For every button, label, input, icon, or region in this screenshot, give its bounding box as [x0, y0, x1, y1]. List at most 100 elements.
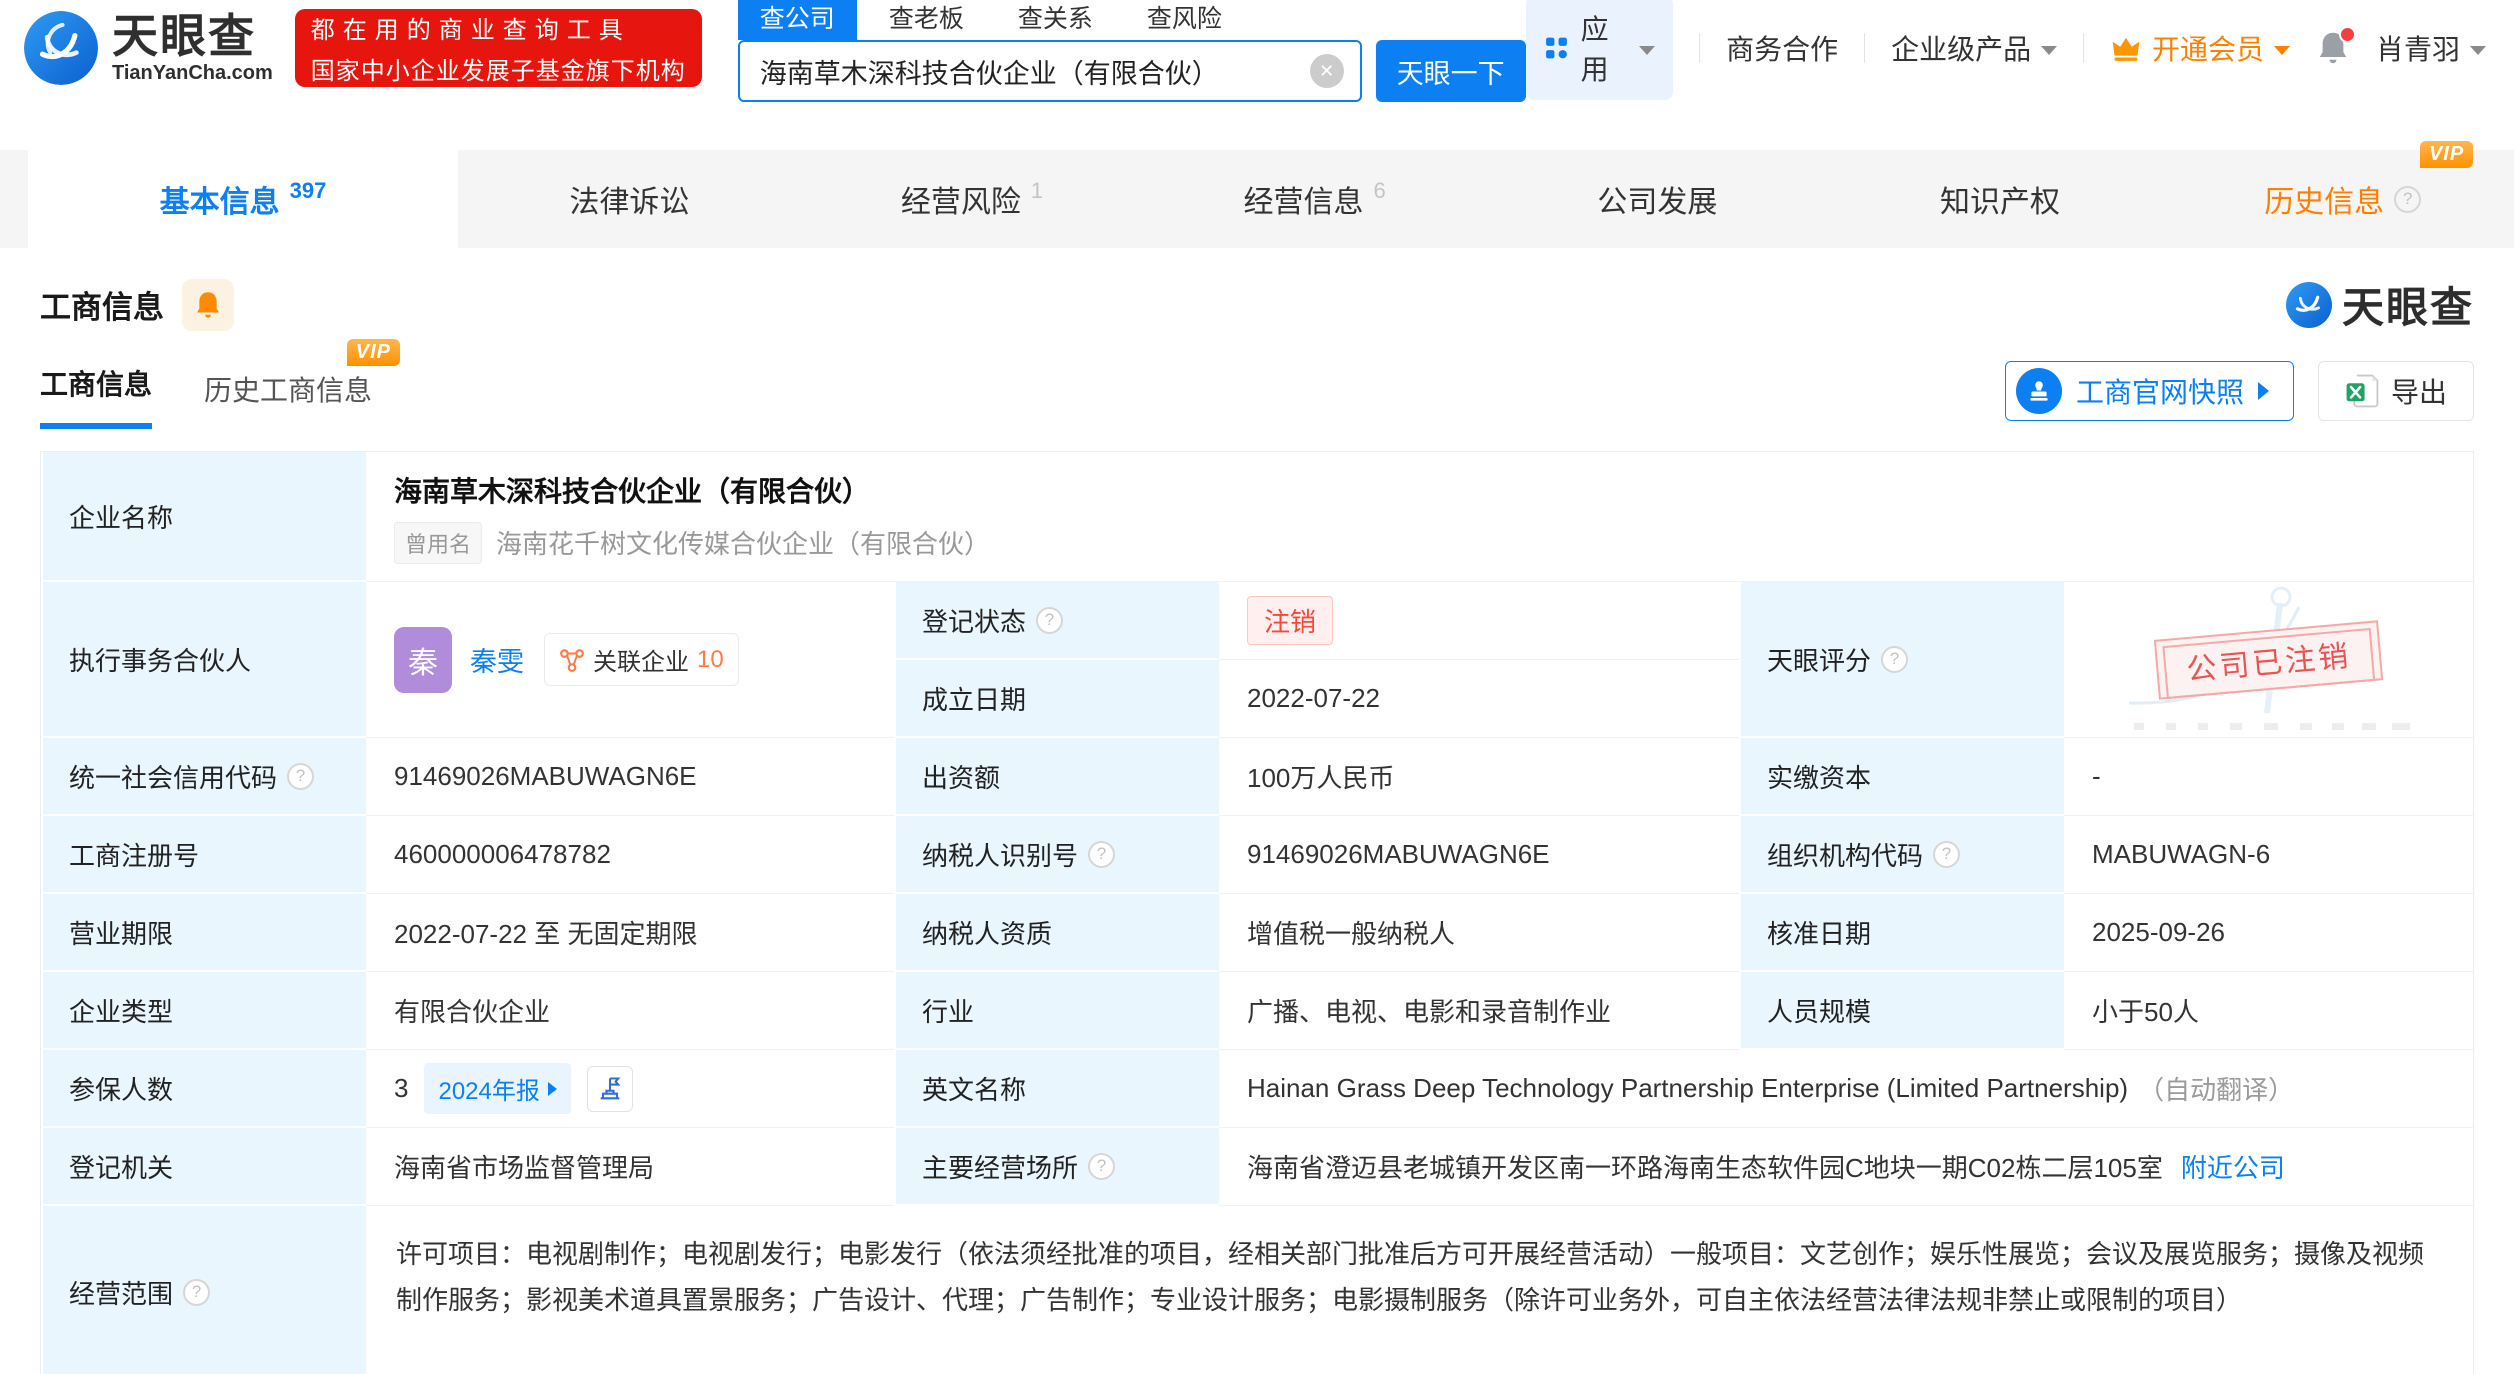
chevron-down-icon	[1639, 45, 1656, 55]
search-tab-boss[interactable]: 查老板	[867, 0, 986, 40]
clear-search-icon[interactable]	[1309, 54, 1344, 88]
tab-intellectual-property[interactable]: 知识产权	[1829, 150, 2172, 248]
official-snapshot-button[interactable]: 工商官网快照	[2004, 361, 2294, 421]
field-label: 登记机关	[41, 1128, 366, 1206]
credit-code-label: 统一社会信用代码	[69, 762, 278, 793]
subtab-label: 历史工商信息	[204, 375, 373, 406]
subscribe-bell-button[interactable]	[182, 278, 234, 331]
help-icon[interactable]	[1881, 645, 1909, 673]
tab-operating-risk[interactable]: 经营风险 1	[801, 150, 1144, 248]
tab-history-info[interactable]: 历史信息 VIP	[2171, 141, 2514, 248]
tab-basic-info[interactable]: 基本信息 397	[28, 150, 458, 248]
chevron-down-icon	[2470, 45, 2487, 55]
table-row: 营业期限 2022-07-22 至 无固定期限 纳税人资质 增值税一般纳税人 核…	[41, 894, 2473, 972]
related-count: 10	[697, 645, 724, 673]
field-label: 核准日期	[1739, 894, 2064, 972]
table-row-partner-status: 执行事务合伙人 秦 秦雯 关联企业 10 登记状态 ? 注销 成立日期 2022…	[41, 582, 2473, 738]
user-menu[interactable]: 肖青羽	[2376, 28, 2487, 68]
help-icon[interactable]	[287, 762, 315, 790]
help-icon[interactable]	[183, 1278, 211, 1306]
page: 天眼查 TianYanCha.com 都在用的商业查询工具 国家中小企业发展子基…	[0, 0, 2514, 1374]
taxpayer-id-cell: 91469026MABUWAGN6E	[1219, 816, 1739, 894]
search-tab-company[interactable]: 查公司	[737, 0, 857, 40]
help-icon[interactable]	[1036, 606, 1064, 634]
related-label: 关联企业	[593, 649, 689, 676]
brand-text: 天眼查 TianYanCha.com	[112, 12, 273, 83]
tab-label: 基本信息	[159, 186, 280, 219]
partner-name-link[interactable]: 秦雯	[470, 640, 524, 679]
help-icon[interactable]	[1933, 840, 1961, 868]
former-name-badge: 曾用名	[394, 521, 483, 564]
field-label: 成立日期	[894, 660, 1219, 738]
field-label: 出资额	[894, 738, 1219, 816]
tab-count: 397	[289, 178, 327, 203]
help-icon[interactable]	[2394, 185, 2422, 213]
business-scope-label: 经营范围	[69, 1278, 174, 1309]
section-header: 工商信息 天眼查	[0, 248, 2514, 335]
related-companies-chip[interactable]: 关联企业 10	[544, 633, 739, 686]
avatar[interactable]: 秦	[394, 626, 452, 693]
table-row: 企业类型 有限合伙企业 行业 广播、电视、电影和录音制作业 人员规模 小于50人	[41, 972, 2473, 1050]
field-label: 企业类型	[41, 972, 366, 1050]
apps-menu-button[interactable]: 应用	[1525, 0, 1674, 100]
partner-cell: 秦 秦雯 关联企业 10	[366, 582, 894, 738]
notification-dot	[2339, 26, 2356, 43]
field-label: 主要经营场所	[894, 1128, 1219, 1206]
table-row: 登记机关 海南省市场监督管理局 主要经营场所 海南省澄迈县老城镇开发区南一环路海…	[41, 1128, 2473, 1206]
nav-enterprise-products[interactable]: 企业级产品	[1891, 28, 2058, 68]
business-term-cell: 2022-07-22 至 无固定期限	[366, 894, 894, 972]
org-code-label: 组织机构代码	[1767, 840, 1924, 871]
insured-chart-button[interactable]	[586, 1065, 633, 1112]
tab-operating-info[interactable]: 经营信息 6	[1143, 150, 1486, 248]
annual-report-link[interactable]: 2024年报	[424, 1063, 571, 1114]
nearby-companies-link[interactable]: 附近公司	[2181, 1148, 2285, 1185]
tab-count: 6	[1373, 178, 1386, 203]
search-tabs: 查公司 查老板 查关系 查风险	[737, 0, 1526, 40]
help-icon[interactable]	[1088, 1152, 1116, 1180]
search-submit-button[interactable]: 天眼一下	[1375, 40, 1526, 102]
english-name-cell: Hainan Grass Deep Technology Partnership…	[1219, 1050, 2473, 1128]
table-row: 参保人数 3 2024年报 英文名称 Hainan Grass Deep Tec…	[41, 1050, 2473, 1128]
section-title: 工商信息	[40, 290, 164, 325]
table-row: 工商注册号 460000006478782 纳税人识别号 91469026MAB…	[41, 816, 2473, 894]
nav-divider	[1864, 33, 1866, 63]
brand-logo[interactable]: 天眼查 TianYanCha.com	[24, 11, 273, 85]
watermark-text: 天眼查	[2341, 284, 2474, 331]
search-input[interactable]	[759, 55, 1310, 87]
tab-company-development[interactable]: 公司发展	[1486, 150, 1829, 248]
status-badge: 注销	[1247, 596, 1334, 645]
arrow-right-icon	[547, 1081, 557, 1096]
paid-capital-cell: -	[2064, 738, 2473, 816]
est-date-cell: 2022-07-22	[1219, 660, 1739, 738]
search-field	[737, 40, 1362, 102]
search-tab-risk[interactable]: 查风险	[1125, 0, 1244, 40]
field-label: 参保人数	[41, 1050, 366, 1128]
export-button[interactable]: 导出	[2317, 361, 2474, 421]
nav-cooperation[interactable]: 商务合作	[1726, 28, 1838, 68]
company-name-cell: 海南草木深科技合伙企业（有限合伙） 曾用名 海南花千树文化传媒合伙企业（有限合伙…	[366, 452, 2473, 582]
chevron-down-icon	[2041, 45, 2058, 55]
field-label: 实缴资本	[1739, 738, 2064, 816]
auto-translate-note: （自动翻译）	[2138, 1075, 2295, 1105]
tab-legal[interactable]: 法律诉讼	[458, 150, 801, 248]
help-icon[interactable]	[1088, 840, 1116, 868]
snapshot-label: 工商官网快照	[2075, 377, 2244, 408]
subtab-history-business-info[interactable]: 历史工商信息 VIP	[204, 339, 401, 429]
field-label: 行业	[894, 972, 1219, 1050]
notifications-button[interactable]	[2316, 26, 2356, 66]
company-name: 海南草木深科技合伙企业（有限合伙）	[394, 475, 871, 507]
vip-badge: VIP	[2419, 141, 2474, 168]
main-tab-bar: 基本信息 397 法律诉讼 经营风险 1 经营信息 6 公司发展 知识产权 历史…	[0, 141, 2514, 248]
org-code-cell: MABUWAGN-6	[2064, 816, 2473, 894]
search-tab-relation[interactable]: 查关系	[996, 0, 1115, 40]
promo-line2: 国家中小企业发展子基金旗下机构	[310, 58, 686, 85]
annual-report-label: 2024年报	[438, 1078, 540, 1105]
taxpayer-quality-cell: 增值税一般纳税人	[1219, 894, 1739, 972]
open-vip-button[interactable]: 开通会员	[2110, 28, 2290, 68]
field-label: 工商注册号	[41, 816, 366, 894]
subtab-business-info[interactable]: 工商信息	[40, 363, 153, 429]
tianyancha-watermark: 天眼查	[2285, 274, 2474, 335]
company-type-cell: 有限合伙企业	[366, 972, 894, 1050]
tab-label: 经营风险	[900, 186, 1021, 219]
brand-domain: TianYanCha.com	[112, 61, 273, 84]
